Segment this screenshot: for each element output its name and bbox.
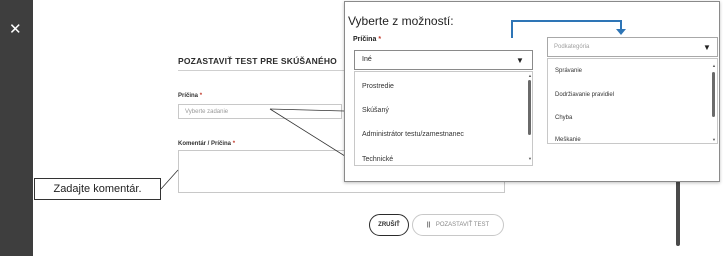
- reason-list-scrollbar[interactable]: [528, 80, 531, 135]
- scroll-down-icon[interactable]: ▼: [528, 156, 532, 161]
- side-strip: [0, 0, 33, 256]
- subcategory-option[interactable]: Správanie: [555, 68, 582, 74]
- reason-label: Príčina *: [178, 93, 202, 99]
- title-divider: [178, 70, 346, 71]
- cancel-button[interactable]: ZRUŠIŤ: [369, 214, 409, 236]
- options-panel-title: Vyberte z možností:: [348, 14, 454, 28]
- pause-icon: ||: [426, 222, 431, 228]
- reason-select[interactable]: Vyberte zadanie: [178, 104, 342, 119]
- reason-label-text: Príčina: [178, 93, 199, 99]
- reason-option[interactable]: Prostredie: [362, 83, 394, 90]
- scroll-down-icon[interactable]: ▼: [712, 137, 716, 142]
- scroll-up-icon[interactable]: ▲: [528, 73, 532, 78]
- required-mark: *: [199, 93, 203, 99]
- modal-scrollbar[interactable]: [676, 180, 680, 246]
- options-reason-label: Príčina *: [353, 36, 381, 43]
- reason-dropdown[interactable]: [354, 50, 533, 70]
- chevron-down-icon[interactable]: ▼: [703, 43, 711, 52]
- modal-title: POZASTAVIŤ TEST PRE SKÚŠANÉHO: [178, 56, 337, 66]
- comment-label: Komentár / Príčina *: [178, 141, 235, 147]
- reason-option[interactable]: Administrátor testu/zamestnanec: [362, 131, 464, 138]
- options-reason-label-text: Príčina: [353, 36, 377, 43]
- reason-option[interactable]: Technické: [362, 156, 393, 163]
- required-mark: *: [232, 141, 236, 147]
- close-icon[interactable]: ✕: [9, 22, 22, 37]
- pause-test-button[interactable]: || POZASTAVIŤ TEST: [412, 214, 504, 236]
- scroll-up-icon[interactable]: ▲: [712, 63, 716, 68]
- reason-dropdown-value: Iné: [362, 56, 372, 63]
- subcategory-option[interactable]: Chyba: [555, 115, 572, 121]
- reason-option[interactable]: Skúšaný: [362, 107, 389, 114]
- comment-callout: Zadajte komentár.: [34, 178, 161, 200]
- reason-select-placeholder: Vyberte zadanie: [185, 109, 229, 115]
- pause-test-label: POZASTAVIŤ TEST: [435, 222, 490, 228]
- subcategory-list-scrollbar[interactable]: [712, 72, 715, 117]
- comment-label-text: Komentár / Príčina: [178, 141, 232, 147]
- subcategory-dropdown-placeholder: Podkategória: [554, 44, 590, 50]
- subcategory-option[interactable]: Dodržiavanie pravidiel: [555, 92, 614, 98]
- required-mark: *: [378, 36, 382, 43]
- subcategory-option[interactable]: Meškanie: [555, 137, 581, 143]
- chevron-down-icon[interactable]: ▼: [516, 56, 524, 65]
